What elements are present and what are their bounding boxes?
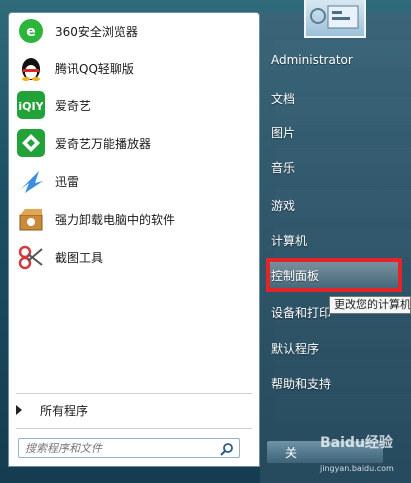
program-label: 爱奇艺 — [55, 98, 92, 113]
highlight-box — [266, 258, 402, 292]
shutdown-label: 关 — [285, 445, 298, 460]
right-item-administrator[interactable]: Administrator — [271, 53, 353, 73]
right-item-pictures[interactable]: 图片 — [271, 124, 295, 144]
program-item-360-browser[interactable]: e 360安全浏览器 — [9, 12, 259, 50]
right-item-devices-printers[interactable]: 设备和打印 — [271, 304, 331, 324]
program-item-uninstaller[interactable]: 强力卸载电脑中的软件 — [9, 200, 259, 238]
program-label: 强力卸载电脑中的软件 — [55, 212, 176, 227]
search-input[interactable] — [19, 440, 217, 456]
right-item-help-support[interactable]: 帮助和支持 — [271, 375, 331, 395]
start-menu: e 360安全浏览器 腾讯QQ轻聊版 iQIY 爱奇艺 爱奇艺万能播放器 迅雷 … — [0, 0, 411, 483]
program-item-iqiyi[interactable]: iQIY 爱奇艺 — [9, 86, 259, 124]
program-item-qq[interactable]: 腾讯QQ轻聊版 — [9, 49, 259, 87]
search-icon[interactable] — [220, 441, 234, 456]
user-picture-icon — [310, 5, 359, 29]
program-label: 360安全浏览器 — [55, 24, 138, 39]
qq-penguin-icon — [17, 54, 45, 82]
triangle-right-icon — [16, 405, 22, 415]
svg-text:e: e — [26, 24, 36, 40]
search-box[interactable] — [18, 438, 240, 458]
all-programs-button[interactable]: 所有程序 — [10, 398, 242, 422]
divider — [16, 428, 252, 429]
uninstall-box-icon — [17, 205, 45, 233]
tooltip: 更改您的计算机 — [329, 296, 411, 314]
program-label: 爱奇艺万能播放器 — [55, 136, 152, 151]
divider — [16, 393, 252, 394]
iqiyi-icon: iQIY — [17, 91, 45, 119]
right-item-computer[interactable]: 计算机 — [271, 232, 307, 252]
program-label: 腾讯QQ轻聊版 — [55, 61, 134, 76]
program-label: 截图工具 — [55, 250, 104, 265]
program-label: 迅雷 — [55, 174, 80, 189]
watermark-url: jingyan.baidu.com — [320, 464, 394, 473]
right-item-music[interactable]: 音乐 — [271, 159, 295, 179]
xunlei-bird-icon — [17, 167, 45, 195]
program-item-iqiyi-player[interactable]: 爱奇艺万能播放器 — [9, 124, 259, 162]
watermark-text: Baidu经验 — [320, 435, 393, 451]
all-programs-label: 所有程序 — [40, 403, 89, 418]
right-item-documents[interactable]: 文档 — [271, 90, 295, 110]
360-browser-icon: e — [17, 17, 45, 45]
program-item-xunlei[interactable]: 迅雷 — [9, 162, 259, 200]
right-item-games[interactable]: 游戏 — [271, 197, 295, 217]
user-picture[interactable] — [304, 0, 366, 38]
right-item-default-programs[interactable]: 默认程序 — [271, 340, 319, 360]
svg-text:iQIY: iQIY — [19, 100, 43, 113]
iqiyi-player-icon — [17, 129, 45, 157]
snipping-scissors-icon — [17, 243, 45, 271]
program-item-snipping-tool[interactable]: 截图工具 — [9, 238, 259, 276]
